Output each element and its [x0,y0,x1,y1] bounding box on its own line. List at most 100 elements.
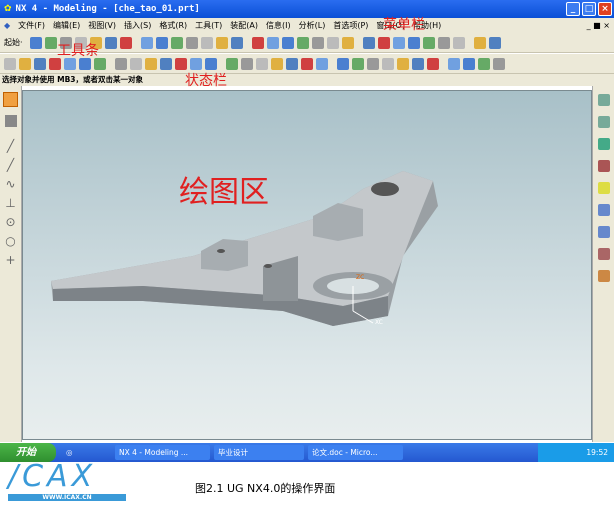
toolbar-tool-icon[interactable] [392,36,405,49]
toolbar-tool-icon[interactable] [301,57,313,70]
menu-analysis[interactable]: 分析(L) [299,20,326,31]
menu-insert[interactable]: 插入(S) [124,20,151,31]
palette-icon[interactable] [597,226,610,238]
toolbar-tool-icon[interactable] [29,36,42,49]
toolbar-tool-icon[interactable] [463,57,475,70]
toolbar-tool-icon[interactable] [341,36,354,49]
toolbar-tool-icon[interactable] [281,36,294,49]
start-button[interactable]: 起始· [4,37,23,48]
menu-tools[interactable]: 工具(T) [195,20,222,31]
toolbar-tool-icon[interactable] [452,36,465,49]
toolbar-tool-icon[interactable] [34,57,46,70]
toolbar-tool-icon[interactable] [145,57,157,70]
toolbar-tool-icon[interactable] [160,57,172,70]
nx-app-icon: ✿ [4,4,12,14]
toolbar-annotation: 工具条 [57,43,99,59]
toolbar-tool-icon[interactable] [488,36,501,49]
toolbar-tool-icon[interactable] [200,36,213,49]
maximize-button[interactable]: □ [582,2,596,16]
toolbar-tool-icon[interactable] [230,36,243,49]
toolbar-tool-icon[interactable] [19,57,31,70]
toolbar-tool-icon[interactable] [326,36,339,49]
toolbar-tool-icon[interactable] [170,36,183,49]
toolbar-tool-icon[interactable] [362,36,375,49]
toolbar-tool-icon[interactable] [185,36,198,49]
toolbar-tool-icon[interactable] [226,57,238,70]
toolbar-tool-icon[interactable] [493,57,505,70]
toolbar-tool-icon[interactable] [407,36,420,49]
toolbar-tool-icon[interactable] [205,57,217,70]
toolbar-tool-icon[interactable] [367,57,379,70]
toolbar-tool-icon[interactable] [271,57,283,70]
web-browser-icon[interactable] [597,138,610,150]
part-navigator-icon[interactable] [597,116,610,128]
toolbar-tool-icon[interactable] [473,36,486,49]
status-bar: 选择对象并使用 MB3，或者双击某一对象 [0,74,614,86]
menu-view[interactable]: 视图(V) [88,20,116,31]
toolbar-tool-icon[interactable] [422,36,435,49]
toolbar-tool-icon[interactable] [352,57,364,70]
toolbar-tool-icon[interactable] [397,57,409,70]
part-model [51,171,438,326]
close-button[interactable]: × [598,2,612,16]
snap-tool-icon[interactable] [5,115,17,127]
help-icon[interactable] [597,182,610,194]
menu-file[interactable]: 文件(F) [18,20,45,31]
training-icon[interactable] [597,160,610,172]
toolbar-tool-icon[interactable] [155,36,168,49]
toolbar-tool-icon[interactable] [130,57,142,70]
menubar-annotation: 菜单栏 [383,17,425,33]
toolbar-tool-icon[interactable] [266,36,279,49]
title-bar: ✿ NX 4 - Modeling - [che_tao_01.prt] _ □… [0,0,614,18]
toolbar-tool-icon[interactable] [382,57,394,70]
menu-preferences[interactable]: 首选项(P) [333,20,368,31]
menu-app-icon: ◆ [4,21,11,30]
toolbar-tool-icon[interactable] [119,36,132,49]
minimize-button[interactable]: _ [566,2,580,16]
toolbar-tool-icon[interactable] [175,57,187,70]
status-prompt: 选择对象并使用 MB3，或者双击某一对象 [2,75,144,84]
zc-axis-label: ZC [356,274,365,281]
menu-bar: ◆ 文件(F) 编辑(E) 视图(V) 插入(S) 格式(R) 工具(T) 装配… [0,18,614,33]
quick-launch-ie-icon[interactable]: ◎ [66,448,73,457]
resource-bar [592,86,614,442]
toolbar-tool-icon[interactable] [140,36,153,49]
toolbar-tool-icon[interactable] [316,57,328,70]
toolbar-tool-icon[interactable] [251,36,264,49]
graphics-window[interactable]: XC ZC 绘图区 [22,90,592,440]
tools-icon[interactable] [597,248,610,260]
menu-window-controls[interactable]: _ ■ × [587,21,610,30]
toolbar-tool-icon[interactable] [448,57,460,70]
menu-format[interactable]: 格式(R) [159,20,187,31]
icax-logo: /CAX WWW.ICAX.CN [8,462,128,506]
history-icon[interactable] [597,204,610,216]
toolbar-tool-icon[interactable] [412,57,424,70]
toolbar-tool-icon[interactable] [311,36,324,49]
menu-edit[interactable]: 编辑(E) [53,20,80,31]
toolbar-tool-icon[interactable] [437,36,450,49]
select-tool-icon[interactable] [3,92,18,107]
toolbar-tool-icon[interactable] [4,57,16,70]
toolbar-tool-icon[interactable] [215,36,228,49]
sketch-curve-tools[interactable]: ╱ ╱ ∿ ⊥ ⊙ ○ + [0,137,21,270]
toolbar-tool-icon[interactable] [115,57,127,70]
toolbar-tool-icon[interactable] [427,57,439,70]
toolbar-tool-icon[interactable] [377,36,390,49]
menu-info[interactable]: 信息(I) [266,20,291,31]
drawing-area-annotation: 绘图区 [179,175,269,210]
task-folder[interactable]: 毕业设计 [214,445,304,460]
toolbar-tool-icon[interactable] [44,36,57,49]
roles-icon[interactable] [597,270,610,282]
task-nx[interactable]: NX 4 - Modeling ... [115,445,210,460]
toolbar-tool-icon[interactable] [104,36,117,49]
toolbar-tool-icon[interactable] [478,57,490,70]
toolbar-tool-icon[interactable] [190,57,202,70]
toolbar-tool-icon[interactable] [286,57,298,70]
task-word[interactable]: 论文.doc - Micro... [308,445,403,460]
assembly-navigator-icon[interactable] [597,94,610,106]
toolbar-tool-icon[interactable] [296,36,309,49]
toolbar-tool-icon[interactable] [337,57,349,70]
menu-assembly[interactable]: 装配(A) [230,20,258,31]
toolbar-tool-icon[interactable] [256,57,268,70]
toolbar-tool-icon[interactable] [241,57,253,70]
